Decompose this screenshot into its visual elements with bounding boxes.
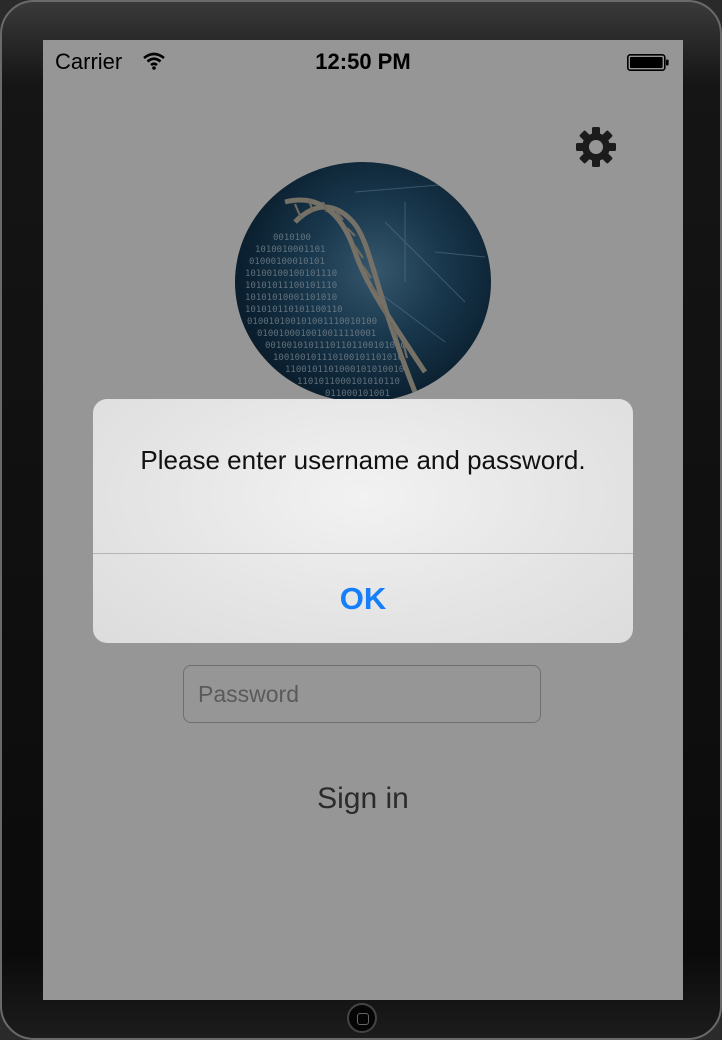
home-button[interactable] bbox=[347, 1003, 377, 1033]
alert-message: Please enter username and password. bbox=[140, 445, 586, 475]
screen: Carrier 12:50 PM 0010100 1010010001101 0… bbox=[43, 40, 683, 1000]
ok-button[interactable]: OK bbox=[93, 554, 633, 643]
device-frame: Carrier 12:50 PM 0010100 1010010001101 0… bbox=[0, 0, 722, 1040]
alert-dialog: Please enter username and password. OK bbox=[93, 399, 633, 643]
